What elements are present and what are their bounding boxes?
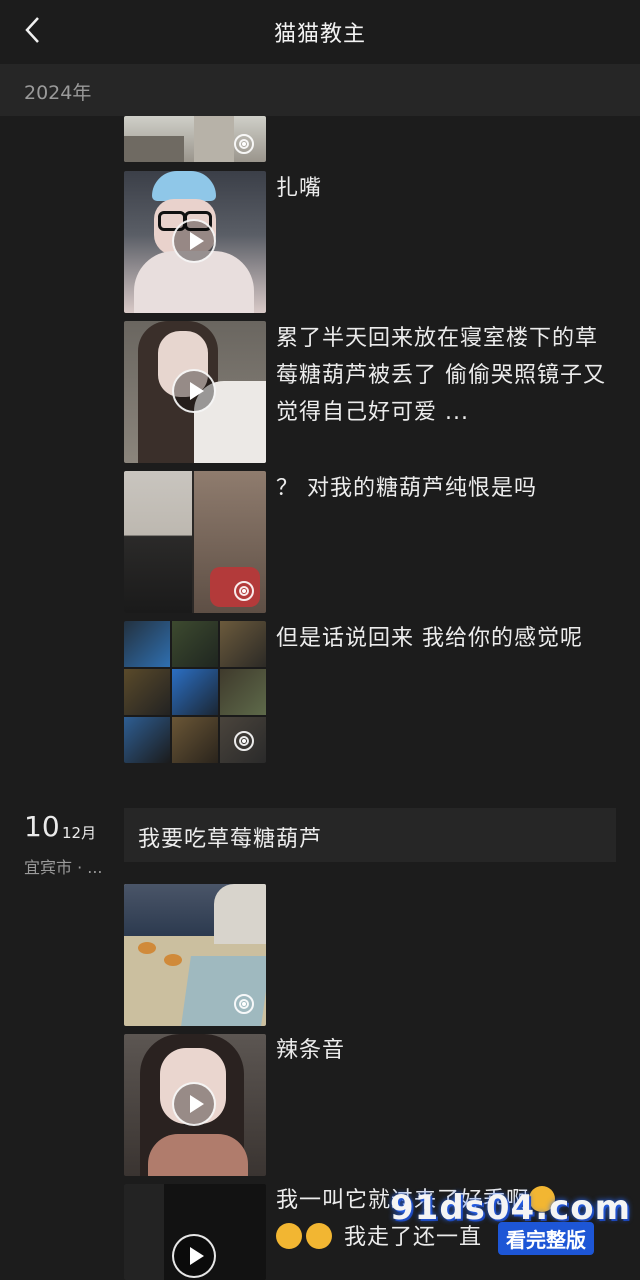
live-photo-icon: [234, 994, 254, 1014]
post-thumbnail[interactable]: [124, 471, 266, 613]
live-photo-icon: [234, 134, 254, 154]
post-caption: 辣条音: [276, 1038, 346, 1063]
text-post-content: 我要吃草莓糖葫芦: [138, 827, 323, 852]
post-caption: 累了半天回来放在寝室楼下的草莓糖葫芦被丢了 偷偷哭照镜子又觉得自己好可爱 ...: [276, 326, 606, 425]
live-photo-icon: [234, 731, 254, 751]
date-month: 12月: [62, 824, 97, 842]
crying-emoji-icon: [306, 1223, 332, 1249]
live-photo-icon: [234, 581, 254, 601]
play-icon: [172, 1082, 216, 1126]
location-label: 宜宾市 · ...: [24, 858, 103, 877]
play-icon: [172, 1234, 216, 1278]
watermark: 91ds04.com 看完整版: [390, 1188, 630, 1255]
date-day: 10: [24, 810, 60, 843]
post-thumbnail[interactable]: [124, 116, 266, 162]
watermark-badge: 看完整版: [498, 1222, 594, 1255]
text-post[interactable]: 我要吃草莓糖葫芦: [124, 808, 616, 862]
post-thumbnail[interactable]: [124, 621, 266, 763]
crying-emoji-icon: [276, 1223, 302, 1249]
post-thumbnail[interactable]: [124, 171, 266, 313]
play-icon: [172, 369, 216, 413]
page-title: 猫猫教主: [273, 22, 366, 47]
year-header: 2024年: [0, 64, 640, 116]
post-thumbnail[interactable]: [124, 884, 266, 1026]
caption-line-2: 我走了还一直: [344, 1225, 483, 1250]
year-label: 2024年: [24, 82, 92, 104]
post-caption: 扎嘴: [276, 176, 323, 201]
top-bar: 猫猫教主: [0, 0, 640, 64]
post-thumbnail[interactable]: [124, 1184, 266, 1280]
post-thumbnail[interactable]: [124, 321, 266, 463]
post-thumbnail[interactable]: [124, 1034, 266, 1176]
post-caption: 但是话说回来 我给你的感觉呢: [276, 626, 583, 651]
post-caption: ？ 对我的糖葫芦纯恨是吗: [276, 476, 537, 501]
play-icon: [172, 219, 216, 263]
